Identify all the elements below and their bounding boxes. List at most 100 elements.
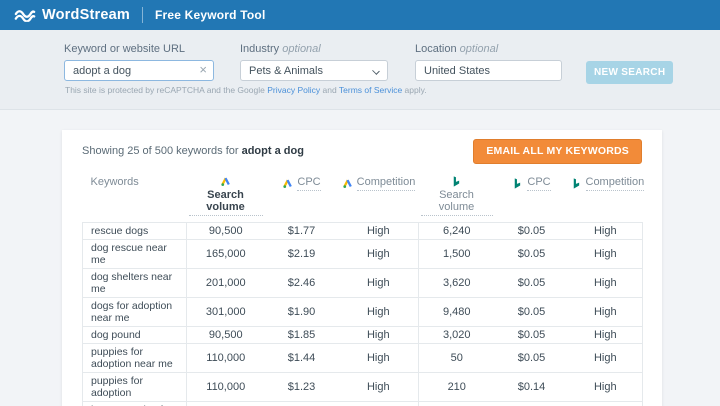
main-area: Showing 25 of 500 keywords for adopt a d… (0, 110, 720, 406)
results-bar: Showing 25 of 500 keywords for adopt a d… (82, 138, 642, 164)
privacy-policy-link[interactable]: Privacy Policy (267, 85, 320, 95)
cell-g-comp: High (338, 372, 419, 402)
col-header-google-search-volume[interactable]: Search volume (187, 174, 265, 223)
cell-g-cpc: $1.23 (264, 372, 339, 402)
cell-b-comp: High (568, 268, 643, 298)
search-panel: Keyword or website URL × Industry option… (0, 30, 720, 110)
keyword-input[interactable] (64, 60, 214, 81)
search-query: adopt a dog (241, 145, 304, 157)
cell-g-volume: 90,500 (186, 222, 265, 240)
cell-g-comp: High (338, 222, 419, 240)
cell-keyword: dog pound (82, 326, 187, 344)
cell-g-cpc: $1.44 (264, 343, 339, 373)
cell-g-volume: 90,500 (186, 326, 265, 344)
table-row: rescue dogs 90,500 $1.77 High 6,240 $0.05 High (82, 222, 643, 240)
cell-b-cpc: $0.05 (494, 297, 569, 327)
brand-name: WordStream (42, 7, 130, 23)
email-keywords-button[interactable]: EMAIL ALL MY KEYWORDS (473, 138, 642, 164)
col-header-bing-search-volume[interactable]: Search volume (419, 174, 495, 223)
product-title: Free Keyword Tool (154, 8, 266, 22)
recaptcha-notice: This site is protected by reCAPTCHA and … (65, 85, 427, 95)
col-header-bing-competition[interactable]: Competition (569, 174, 645, 223)
industry-field-group: Industry optional Pets & Animals (240, 43, 388, 81)
table-row: dog shelters near me 201,000 $2.46 High 3,62… (82, 268, 643, 298)
table-row: boxer puppies for sale40,500$0.67High80$… (82, 401, 643, 406)
cell-g-cpc: $0.67 (264, 401, 339, 406)
cell-b-comp: High (568, 297, 643, 327)
cell-keyword: puppies for adoption (82, 372, 187, 402)
cell-b-cpc: $0.05 (494, 343, 569, 373)
cell-b-cpc: $0.05 (494, 222, 569, 240)
cell-g-volume: 301,000 (186, 297, 265, 327)
cell-b-comp: High (568, 326, 643, 344)
cell-g-volume: 165,000 (186, 239, 265, 269)
new-search-button[interactable]: NEW SEARCH (586, 61, 674, 84)
cell-g-cpc: $1.85 (264, 326, 339, 344)
table-row: dogs for adoption near me 301,000 $1.90 Hig… (82, 297, 643, 327)
keyword-label: Keyword or website URL (64, 43, 186, 55)
cell-g-volume: 110,000 (186, 343, 265, 373)
cell-keyword: dogs for adoption near me (82, 297, 187, 327)
table-row: puppies for adoption near me 110,000 $1.44… (82, 343, 643, 373)
cell-b-cpc: $0.05 (494, 326, 569, 344)
google-ads-icon (282, 178, 293, 189)
cell-g-volume: 40,500 (186, 401, 265, 406)
keyword-table-body: rescue dogs 90,500 $1.77 High 6,240 $0.05 High… (82, 222, 643, 406)
cell-b-volume: 6,240 (418, 222, 495, 240)
cell-b-volume: 210 (418, 372, 495, 402)
location-optional-label: optional (459, 43, 499, 55)
table-row: puppies for adoption 110,000 $1.23 High 210 $… (82, 372, 643, 402)
bing-icon (512, 178, 523, 189)
table-row: dog pound 90,500 $1.85 High 3,020 $0.05 High (82, 326, 643, 344)
wave-logo-icon (14, 9, 36, 22)
cell-g-comp: High (338, 401, 419, 406)
industry-select[interactable]: Pets & Animals (240, 60, 388, 81)
location-input[interactable] (415, 60, 562, 81)
cell-b-volume: 3,020 (418, 326, 495, 344)
chevron-down-icon (372, 67, 380, 75)
cell-b-cpc: $1.36 (494, 401, 569, 406)
cell-b-volume: 1,500 (418, 239, 495, 269)
cell-b-comp: High (568, 343, 643, 373)
cell-g-comp: High (338, 343, 419, 373)
bing-icon (451, 176, 462, 187)
cell-b-comp: High (568, 401, 643, 406)
col-header-google-cpc[interactable]: CPC (265, 174, 339, 223)
col-header-google-competition[interactable]: Competition (339, 174, 419, 223)
industry-optional-label: optional (282, 43, 321, 55)
table-row: dog rescue near me 165,000 $2.19 High 1,500 $… (82, 239, 643, 269)
cell-g-cpc: $2.46 (264, 268, 339, 298)
cell-keyword: dog rescue near me (82, 239, 187, 269)
keyword-field-group: Keyword or website URL × (64, 43, 214, 81)
top-bar: WordStream Free Keyword Tool (0, 0, 720, 30)
cell-keyword: rescue dogs (82, 222, 187, 240)
cell-g-comp: High (338, 268, 419, 298)
cell-keyword: boxer puppies for sale (82, 401, 187, 406)
cell-g-comp: High (338, 239, 419, 269)
cell-b-cpc: $0.05 (494, 239, 569, 269)
cell-g-cpc: $1.90 (264, 297, 339, 327)
location-label: Location (415, 43, 457, 55)
cell-b-comp: High (568, 372, 643, 402)
clear-input-icon[interactable]: × (199, 63, 207, 76)
google-ads-icon (220, 176, 231, 187)
header-divider (141, 7, 143, 23)
cell-g-volume: 201,000 (186, 268, 265, 298)
cell-b-volume: 50 (418, 343, 495, 373)
results-summary: Showing 25 of 500 keywords for adopt a d… (82, 145, 304, 157)
wordstream-logo[interactable]: WordStream (14, 7, 130, 23)
cell-b-cpc: $0.05 (494, 268, 569, 298)
cell-b-volume: 9,480 (418, 297, 495, 327)
cell-g-comp: High (338, 326, 419, 344)
location-field-group: Location optional (415, 43, 562, 81)
cell-b-comp: High (568, 239, 643, 269)
cell-g-cpc: $1.77 (264, 222, 339, 240)
cell-g-cpc: $2.19 (264, 239, 339, 269)
terms-of-service-link[interactable]: Terms of Service (339, 85, 402, 95)
cell-b-comp: High (568, 222, 643, 240)
keyword-table: Keywords Search volume CPC Competition S… (82, 174, 645, 406)
bing-icon (571, 178, 582, 189)
table-header-row: Keywords Search volume CPC Competition S… (83, 174, 645, 223)
industry-selected-value: Pets & Animals (249, 64, 323, 77)
col-header-bing-cpc[interactable]: CPC (495, 174, 569, 223)
